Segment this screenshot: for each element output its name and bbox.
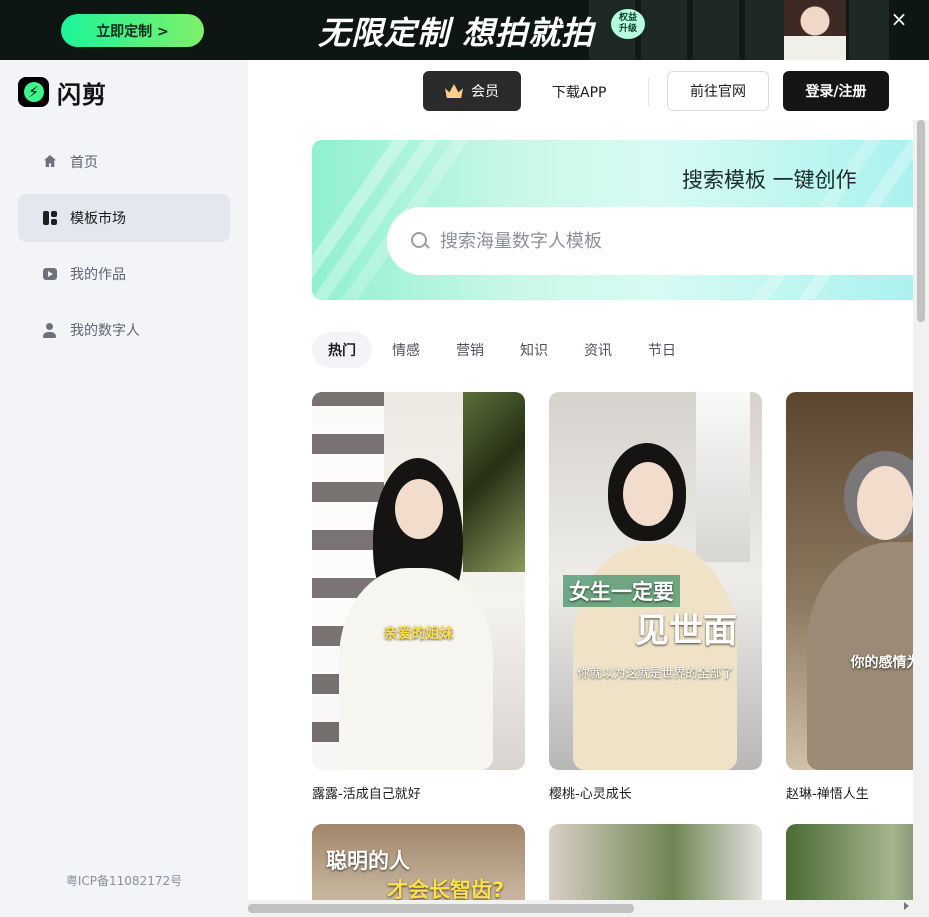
crown-icon: [445, 84, 463, 98]
upgrade-badge-line1: 权益: [618, 13, 637, 23]
vertical-scroll-thumb[interactable]: [917, 120, 925, 322]
brand-name: 闪剪: [57, 80, 107, 109]
download-app-link[interactable]: 下载APP: [552, 82, 606, 102]
plant-decoration: [463, 392, 525, 572]
sidebar-item-template-market[interactable]: 模板市场: [18, 194, 230, 242]
tab-emotion[interactable]: 情感: [376, 332, 436, 368]
member-button[interactable]: 会员: [423, 71, 521, 111]
search-icon[interactable]: [410, 231, 430, 251]
hero-title: 搜索模板 一键创作: [682, 168, 857, 192]
brand-logo-icon: ⚡: [18, 77, 49, 107]
template-thumbnail[interactable]: 女生一定要 见世面 你就以为这就是世界的全部了: [549, 392, 762, 770]
card-caption: 聪明的人: [326, 849, 410, 873]
top-navigation: 会员 下载APP 前往官网 登录/注册: [248, 60, 929, 122]
upgrade-badge: 权益 升级: [611, 9, 645, 39]
banner-title: 无限定制 想拍就拍: [318, 14, 595, 52]
person-face: [623, 462, 673, 526]
sidebar-item-my-digital-person[interactable]: 我的数字人: [18, 306, 230, 354]
custom-now-button[interactable]: 立即定制 >: [61, 14, 204, 47]
window-decoration: [696, 392, 750, 562]
brand-logo[interactable]: ⚡ 闪剪: [18, 76, 107, 109]
tab-holiday[interactable]: 节日: [632, 332, 692, 368]
tab-marketing[interactable]: 营销: [440, 332, 500, 368]
upgrade-badge-line2: 升级: [618, 24, 637, 34]
login-register-button[interactable]: 登录/注册: [783, 71, 889, 111]
card-subcaption: 你就以为这就是世界的全部了: [577, 666, 734, 680]
official-site-button[interactable]: 前往官网: [667, 71, 769, 111]
horizontal-scroll-thumb[interactable]: [248, 904, 634, 913]
lightning-icon: ⚡: [23, 82, 44, 102]
card-caption-large: 见世面: [635, 611, 737, 651]
icp-record[interactable]: 粤ICP备11082172号: [0, 872, 248, 889]
person-face: [395, 479, 443, 539]
person-body: [339, 568, 493, 770]
card-title[interactable]: 樱桃-心灵成长: [549, 783, 762, 802]
close-banner-icon[interactable]: ×: [888, 8, 910, 30]
sidebar-item-my-works[interactable]: 我的作品: [18, 250, 230, 298]
template-card[interactable]: 亲爱的姐妹 露露-活成自己就好: [312, 392, 525, 802]
card-caption: 亲爱的姐妹: [383, 626, 454, 642]
vertical-scrollbar[interactable]: [913, 120, 929, 917]
tab-knowledge[interactable]: 知识: [504, 332, 564, 368]
template-card[interactable]: 你的感情为什 赵琳-禅悟人生: [786, 392, 929, 802]
sidebar-item-label: 首页: [70, 155, 98, 171]
video-play-icon: [42, 266, 58, 282]
sidebar: ⚡ 闪剪 首页 模板市场 我的作品 我的数字人 粤ICP备11082172号: [0, 60, 248, 917]
template-grid-icon: [42, 210, 58, 226]
template-search-box[interactable]: [387, 207, 929, 275]
template-search-hero: 搜索模板 一键创作: [312, 140, 929, 300]
digital-person-icon: [42, 322, 58, 338]
template-thumbnail[interactable]: 亲爱的姐妹: [312, 392, 525, 770]
sidebar-nav: 首页 模板市场 我的作品 我的数字人: [18, 138, 230, 362]
home-icon: [42, 154, 58, 170]
card-title[interactable]: 赵琳-禅悟人生: [786, 783, 929, 802]
card-title[interactable]: 露露-活成自己就好: [312, 783, 525, 802]
sidebar-item-label: 我的作品: [70, 267, 126, 283]
horizontal-scrollbar[interactable]: [248, 900, 913, 917]
tab-hot[interactable]: 热门: [312, 332, 372, 368]
template-category-tabs: 热门 情感 营销 知识 资讯 节日: [312, 332, 696, 368]
banner-person-image: [784, 0, 846, 60]
card-subcaption: 你的感情为什: [850, 655, 929, 671]
member-label: 会员: [471, 84, 499, 100]
main-content: 会员 下载APP 前往官网 登录/注册 搜索模板 一键创作 热门 情感 营销 知…: [248, 60, 929, 917]
sidebar-item-home[interactable]: 首页: [18, 138, 230, 186]
template-thumbnail[interactable]: 你的感情为什: [786, 392, 929, 770]
sidebar-item-label: 我的数字人: [70, 323, 140, 339]
person-face: [857, 466, 913, 540]
promo-banner: 立即定制 > 无限定制 想拍就拍 权益 升级 ×: [0, 0, 929, 60]
template-card[interactable]: 女生一定要 见世面 你就以为这就是世界的全部了 樱桃-心灵成长: [549, 392, 762, 802]
topbar-divider: [648, 77, 649, 107]
sidebar-item-label: 模板市场: [70, 211, 126, 227]
template-search-input[interactable]: [440, 230, 840, 252]
scroll-right-icon[interactable]: [904, 902, 909, 910]
tab-news[interactable]: 资讯: [568, 332, 628, 368]
